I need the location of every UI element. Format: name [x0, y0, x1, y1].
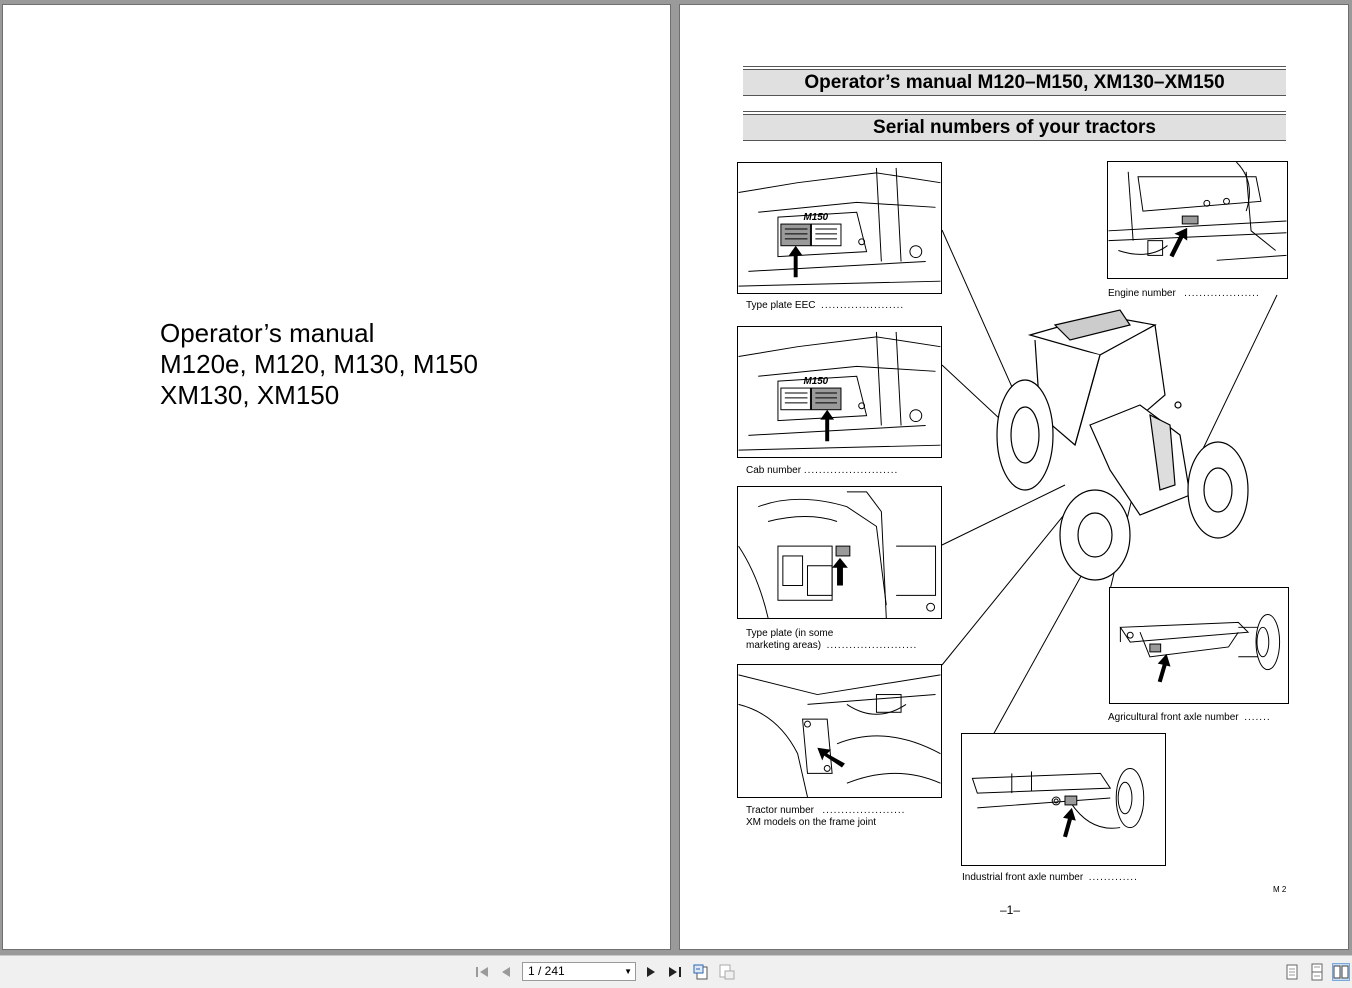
go-back-view-button[interactable]	[693, 964, 709, 980]
page-code: M 2	[1273, 885, 1287, 894]
cover-title: Operator’s manual M120e, M120, M130, M15…	[160, 318, 478, 411]
caption-tractor-number: Tractor number ...................... XM…	[746, 805, 906, 828]
section-title-banner: Serial numbers of your tractors	[743, 111, 1286, 141]
right-page: Operator’s manual M120–M150, XM130–XM150…	[679, 4, 1349, 950]
two-page-view-button[interactable]	[1332, 963, 1350, 981]
caption-type-plate-some-areas: Type plate (in some marketing areas) ...…	[746, 628, 918, 651]
cover-title-line-3: XM130, XM150	[160, 380, 340, 410]
tractor-number-illustration	[738, 674, 941, 797]
figure-agricultural-axle	[1109, 587, 1289, 704]
next-page-icon	[647, 967, 655, 977]
section-title: Serial numbers of your tractors	[873, 117, 1156, 138]
previous-page-icon	[502, 967, 510, 977]
back-view-icon	[693, 964, 708, 980]
forward-view-icon	[719, 964, 735, 980]
single-page-icon	[1286, 964, 1298, 980]
two-page-icon	[1333, 965, 1349, 979]
go-forward-view-button[interactable]	[719, 964, 735, 980]
caption-industrial-axle: Industrial front axle number ...........…	[962, 872, 1138, 883]
cab-number-illustration: M150	[738, 331, 941, 451]
page-dropdown-icon[interactable]: ▼	[624, 963, 632, 980]
figure-industrial-axle	[961, 733, 1166, 866]
figure-tractor-number	[737, 664, 942, 798]
left-page: Operator’s manual M120e, M120, M130, M15…	[2, 4, 671, 950]
caption-agricultural-axle: Agricultural front axle number .......	[1108, 712, 1271, 723]
viewer-toolbar: 1 / 241 ▼	[0, 955, 1352, 988]
type-plate-eec-illustration: M150	[738, 167, 941, 287]
manual-title: Operator’s manual M120–M150, XM130–XM150	[804, 72, 1225, 93]
single-page-view-button[interactable]	[1283, 963, 1301, 981]
page-number: –1–	[1000, 903, 1021, 917]
first-page-icon	[476, 967, 488, 977]
badge-text-eec: M150	[804, 212, 829, 223]
page-indicator-text: 1 / 241	[528, 964, 565, 978]
last-page-icon	[669, 967, 681, 977]
industrial-axle-illustration	[971, 767, 1145, 838]
continuous-page-icon	[1311, 963, 1323, 981]
cover-title-line-1: Operator’s manual	[160, 318, 375, 348]
agricultural-axle-illustration	[1119, 614, 1281, 683]
badge-text-cab: M150	[804, 376, 829, 387]
type-plate-some-areas-illustration	[738, 491, 937, 618]
caption-cab-number: Cab number .........................	[746, 465, 899, 476]
figure-type-plate-eec: M150	[737, 162, 942, 294]
figure-cab-number: M150	[737, 326, 942, 458]
manual-title-banner: Operator’s manual M120–M150, XM130–XM150	[743, 66, 1286, 96]
page-number-input[interactable]: 1 / 241 ▼	[522, 962, 636, 981]
cover-title-line-2: M120e, M120, M130, M150	[160, 349, 478, 379]
caption-type-plate-eec: Type plate EEC ......................	[746, 300, 905, 311]
figure-type-plate-some-areas	[737, 486, 942, 619]
continuous-view-button[interactable]	[1308, 963, 1326, 981]
previous-page-button[interactable]	[498, 964, 514, 980]
next-page-button[interactable]	[643, 964, 659, 980]
figure-engine-number	[1107, 161, 1288, 279]
last-page-button[interactable]	[667, 964, 683, 980]
tractor-illustration	[996, 309, 1249, 581]
first-page-button[interactable]	[474, 964, 490, 980]
engine-number-illustration	[1108, 162, 1287, 261]
